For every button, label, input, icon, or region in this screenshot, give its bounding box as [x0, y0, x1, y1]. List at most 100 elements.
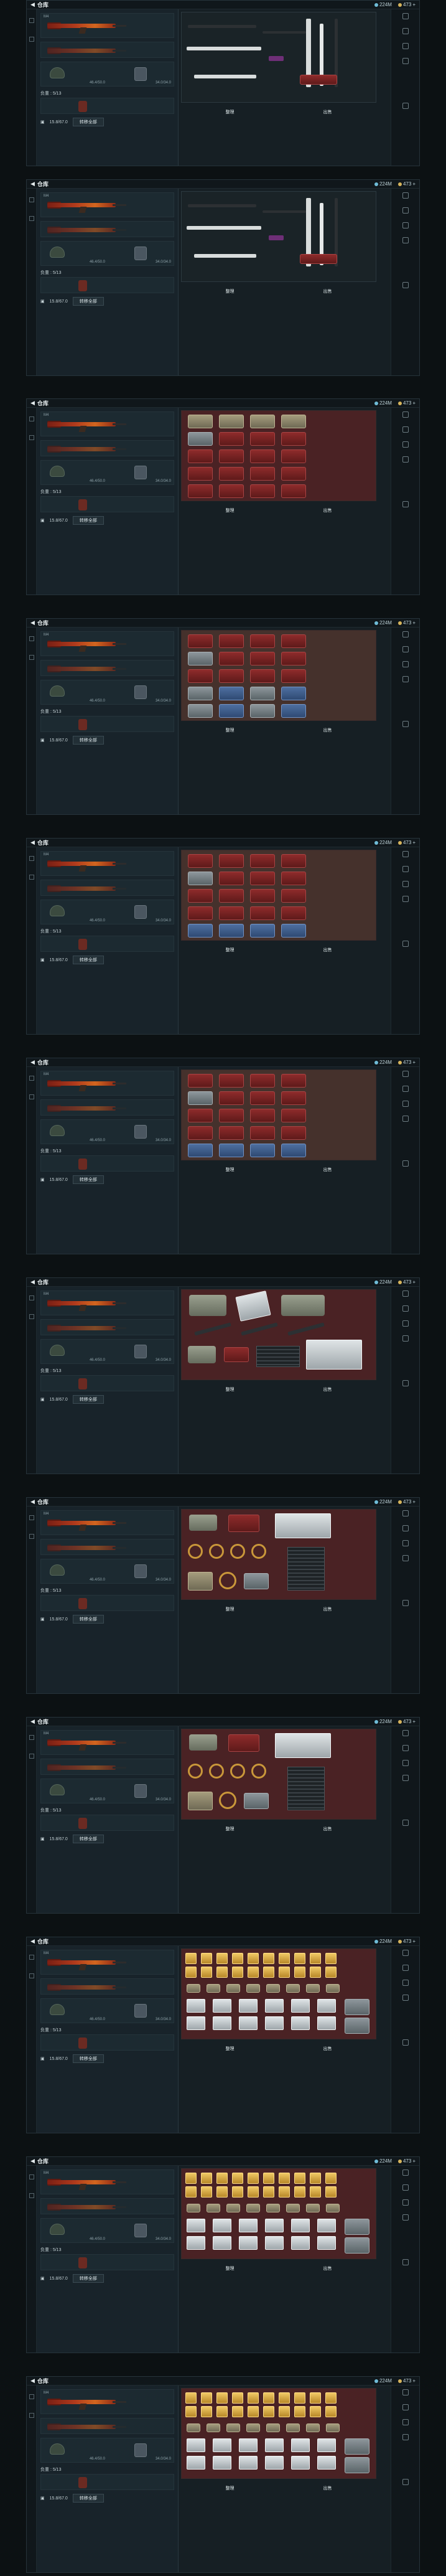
sort-icon[interactable] — [402, 43, 409, 49]
back-arrow-icon[interactable]: ◀ — [30, 1, 35, 8]
stash-ammo-box[interactable] — [188, 704, 213, 718]
stash-tank[interactable] — [189, 1734, 217, 1751]
stash-server[interactable] — [256, 1346, 300, 1367]
stash-gold-bar[interactable] — [232, 2406, 243, 2417]
stash-gold-bar[interactable] — [185, 2406, 197, 2417]
stash-ammo-box[interactable] — [281, 432, 306, 446]
armor-slot[interactable]: 46.4/50.0 34.0/34.0 — [40, 460, 174, 485]
rail-tab-icon[interactable] — [29, 2193, 34, 2198]
stash-ammo-box[interactable] — [250, 669, 275, 683]
title-group[interactable]: ◀ 仓库 — [30, 839, 49, 847]
stash-server[interactable] — [287, 1547, 325, 1591]
stash-artifact[interactable] — [187, 2204, 200, 2212]
settings-icon[interactable] — [402, 2479, 409, 2485]
stash-artifact[interactable] — [266, 1984, 280, 1993]
stash-artifact[interactable] — [266, 2204, 280, 2212]
stash-artifact[interactable] — [226, 2204, 240, 2212]
title-group[interactable]: ◀ 仓库 — [30, 1718, 49, 1726]
secondary-weapon-slot[interactable] — [40, 221, 174, 237]
rail-tab-icon[interactable] — [29, 416, 34, 421]
stash-gold-bar[interactable] — [185, 1967, 197, 1978]
stash-tablet[interactable] — [213, 1999, 231, 2013]
primary-weapon-slot[interactable]: M4 — [40, 2169, 174, 2194]
transfer-all-button[interactable]: 转移全部 — [72, 1175, 104, 1184]
stash-artifact[interactable] — [306, 2204, 320, 2212]
stash-grid[interactable] — [181, 1948, 376, 2039]
stash-ammo-box[interactable] — [188, 484, 213, 498]
stash-gold-bar[interactable] — [325, 2186, 337, 2198]
stash-ammo-box[interactable] — [219, 1126, 244, 1140]
filter-icon[interactable] — [402, 13, 409, 19]
transfer-all-button[interactable]: 转移全部 — [72, 2054, 104, 2063]
stash-ammo-box[interactable] — [219, 1144, 244, 1157]
stash-gold-bar[interactable] — [325, 2406, 337, 2417]
stash-artifact[interactable] — [226, 1984, 240, 1993]
stash-gold-bar[interactable] — [248, 1953, 259, 1964]
stash-tablet[interactable] — [265, 1999, 284, 2013]
stash-tablet[interactable] — [291, 2219, 310, 2232]
stash-ammo-box[interactable] — [219, 669, 244, 683]
stash-gold-bar[interactable] — [279, 2406, 290, 2417]
stash-ammo-box[interactable] — [219, 924, 244, 938]
stash-ammo-box[interactable] — [250, 449, 275, 463]
stash-ammo-box[interactable] — [250, 652, 275, 665]
rail-tab-icon[interactable] — [29, 435, 34, 440]
armor-slot[interactable]: 46.4/50.0 34.0/34.0 — [40, 1559, 174, 1584]
stash-ammo-box[interactable] — [188, 687, 213, 700]
stash-gold-bar[interactable] — [294, 2173, 305, 2184]
stash-ammo-box[interactable] — [281, 1109, 306, 1122]
tag-icon[interactable] — [402, 237, 409, 243]
backpack-slot[interactable] — [40, 496, 174, 512]
rail-tab-icon[interactable] — [29, 37, 34, 42]
stash-gold-coil[interactable] — [230, 1764, 245, 1779]
armor-slot[interactable]: 46.4/50.0 34.0/34.0 — [40, 2218, 174, 2243]
transfer-all-button[interactable]: 转移全部 — [72, 297, 104, 306]
stash-rifle-dark[interactable] — [188, 25, 256, 28]
tag-icon[interactable] — [402, 2214, 409, 2221]
flag-icon[interactable] — [402, 1965, 409, 1971]
stash-ammo-box[interactable] — [250, 687, 275, 700]
armor-slot[interactable]: 46.4/50.0 34.0/34.0 — [40, 2438, 174, 2463]
stash-ammo-box[interactable] — [219, 854, 244, 868]
stash-panel[interactable] — [306, 1340, 362, 1370]
stash-gold-bar[interactable] — [248, 2186, 259, 2198]
back-arrow-icon[interactable]: ◀ — [30, 619, 35, 626]
backpack-slot[interactable] — [40, 277, 174, 293]
sort-icon[interactable] — [402, 1540, 409, 1546]
transfer-all-button[interactable]: 转移全部 — [72, 118, 104, 126]
stash-drone[interactable] — [345, 2219, 369, 2235]
stash-ammo-box[interactable] — [188, 1091, 213, 1105]
stash-tank-small[interactable] — [188, 1346, 216, 1363]
stash-gold-bar[interactable] — [294, 2186, 305, 2198]
tag-icon[interactable] — [402, 456, 409, 463]
backpack-slot[interactable] — [40, 1815, 174, 1831]
stash-gold-bar[interactable] — [325, 2173, 337, 2184]
sort-icon[interactable] — [402, 1320, 409, 1327]
stash-ammo-box[interactable] — [281, 704, 306, 718]
stash-ammo-box[interactable] — [281, 449, 306, 463]
transfer-all-button[interactable]: 转移全部 — [72, 956, 104, 964]
sell-button[interactable]: 出售 — [323, 727, 332, 735]
settings-icon[interactable] — [402, 501, 409, 507]
stash-ammo-box[interactable] — [250, 854, 275, 868]
armor-slot[interactable]: 46.4/50.0 34.0/34.0 — [40, 680, 174, 705]
stash-ammo-box[interactable] — [281, 652, 306, 665]
stash-gold-bar[interactable] — [325, 2392, 337, 2404]
stash-artifact[interactable] — [286, 1984, 300, 1993]
title-group[interactable]: ◀ 仓库 — [30, 1498, 49, 1506]
stash-tablet[interactable] — [213, 2438, 231, 2452]
stash-artifact[interactable] — [286, 2423, 300, 2432]
filter-icon[interactable] — [402, 2169, 409, 2176]
backpack-slot[interactable] — [40, 1595, 174, 1611]
sort-icon[interactable] — [402, 2199, 409, 2206]
stash-gold-bar[interactable] — [325, 1967, 337, 1978]
stash-drone[interactable] — [345, 2438, 369, 2455]
sort-button[interactable]: 整理 — [226, 109, 235, 116]
stash-tablet[interactable] — [265, 2438, 284, 2452]
transfer-all-button[interactable]: 转移全部 — [72, 2494, 104, 2503]
stash-case[interactable] — [228, 1515, 259, 1532]
sell-button[interactable]: 出售 — [323, 1167, 332, 1174]
stash-server[interactable] — [287, 1767, 325, 1810]
secondary-weapon-slot[interactable] — [40, 440, 174, 456]
sort-button[interactable]: 整理 — [226, 2265, 235, 2273]
